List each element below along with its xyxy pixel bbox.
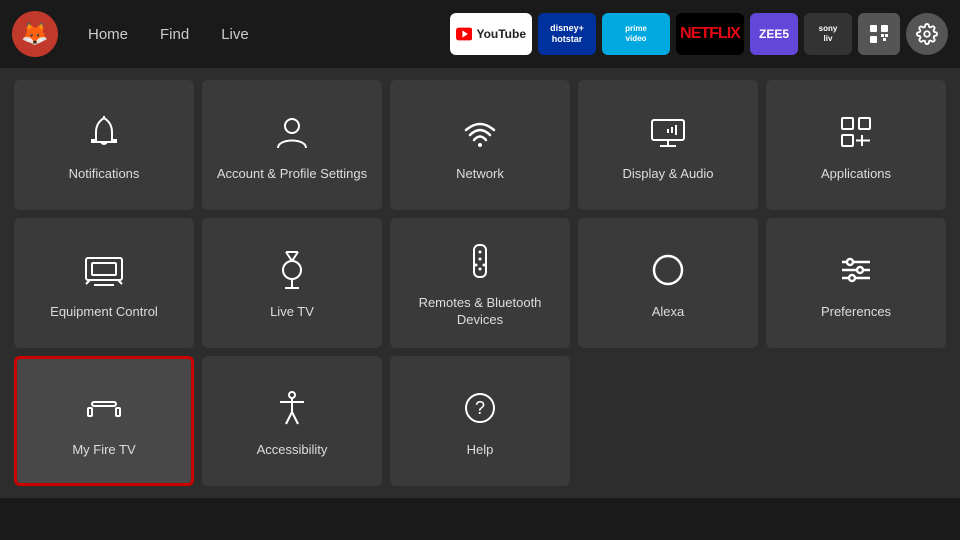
tile-preferences[interactable]: Preferences	[766, 218, 946, 348]
tile-help[interactable]: ? Help	[390, 356, 570, 486]
display-audio-label: Display & Audio	[622, 166, 713, 183]
nav-links: Home Find Live	[74, 20, 263, 49]
app-prime[interactable]: primevideo	[602, 13, 670, 55]
logo[interactable]: 🦊	[12, 11, 58, 57]
live-tv-label: Live TV	[270, 304, 314, 321]
equipment-control-label: Equipment Control	[50, 304, 158, 321]
app-youtube[interactable]: YouTube	[450, 13, 532, 55]
nav-live[interactable]: Live	[207, 20, 263, 49]
tile-remotes-bluetooth[interactable]: Remotes & Bluetooth Devices	[390, 218, 570, 348]
alexa-label: Alexa	[652, 304, 685, 321]
antenna-icon	[270, 248, 314, 292]
my-fire-tv-label: My Fire TV	[72, 442, 135, 459]
bell-icon	[82, 110, 126, 154]
remotes-bluetooth-label: Remotes & Bluetooth Devices	[400, 295, 560, 329]
app-zee5[interactable]: ZEE5	[750, 13, 798, 55]
person-icon	[270, 110, 314, 154]
top-nav: 🦊 Home Find Live YouTube disney+hotstar …	[0, 0, 960, 68]
app-icons-bar: YouTube disney+hotstar primevideo NETFLI…	[450, 13, 948, 55]
accessibility-label: Accessibility	[257, 442, 328, 459]
app-grid[interactable]	[858, 13, 900, 55]
svg-text:?: ?	[475, 398, 485, 418]
settings-grid: Notifications Account & Profile Settings…	[0, 68, 960, 498]
youtube-label: YouTube	[476, 27, 526, 41]
gear-icon	[916, 23, 938, 45]
apps-icon	[834, 110, 878, 154]
tile-account-profile[interactable]: Account & Profile Settings	[202, 80, 382, 210]
zee5-label: ZEE5	[759, 27, 789, 41]
network-label: Network	[456, 166, 504, 183]
preferences-label: Preferences	[821, 304, 891, 321]
remote-icon	[458, 239, 502, 283]
tv-icon	[82, 248, 126, 292]
sliders-icon	[834, 248, 878, 292]
help-icon: ?	[458, 386, 502, 430]
wifi-icon	[458, 110, 502, 154]
app-sony[interactable]: sonyliv	[804, 13, 852, 55]
tile-live-tv[interactable]: Live TV	[202, 218, 382, 348]
applications-label: Applications	[821, 166, 891, 183]
prime-label: primevideo	[625, 24, 647, 43]
empty-cell-1	[578, 356, 758, 486]
tile-notifications[interactable]: Notifications	[14, 80, 194, 210]
sony-label: sonyliv	[819, 24, 838, 43]
app-netflix[interactable]: NETFLIX	[676, 13, 744, 55]
tile-display-audio[interactable]: Display & Audio	[578, 80, 758, 210]
empty-cell-2	[766, 356, 946, 486]
tile-equipment-control[interactable]: Equipment Control	[14, 218, 194, 348]
youtube-logo-icon	[456, 27, 472, 41]
nav-find[interactable]: Find	[146, 20, 203, 49]
accessibility-icon	[270, 386, 314, 430]
notifications-label: Notifications	[69, 166, 140, 183]
app-settings[interactable]	[906, 13, 948, 55]
disney-label: disney+hotstar	[550, 23, 584, 45]
display-icon	[646, 110, 690, 154]
netflix-label: NETFLIX	[680, 25, 740, 43]
app-disney[interactable]: disney+hotstar	[538, 13, 596, 55]
tile-alexa[interactable]: Alexa	[578, 218, 758, 348]
help-label: Help	[467, 442, 494, 459]
tile-network[interactable]: Network	[390, 80, 570, 210]
tile-accessibility[interactable]: Accessibility	[202, 356, 382, 486]
grid-icon	[869, 24, 889, 44]
tile-applications[interactable]: Applications	[766, 80, 946, 210]
alexa-icon	[646, 248, 690, 292]
nav-home[interactable]: Home	[74, 20, 142, 49]
firetv-icon	[82, 386, 126, 430]
account-profile-label: Account & Profile Settings	[217, 166, 367, 183]
tile-my-fire-tv[interactable]: My Fire TV	[14, 356, 194, 486]
